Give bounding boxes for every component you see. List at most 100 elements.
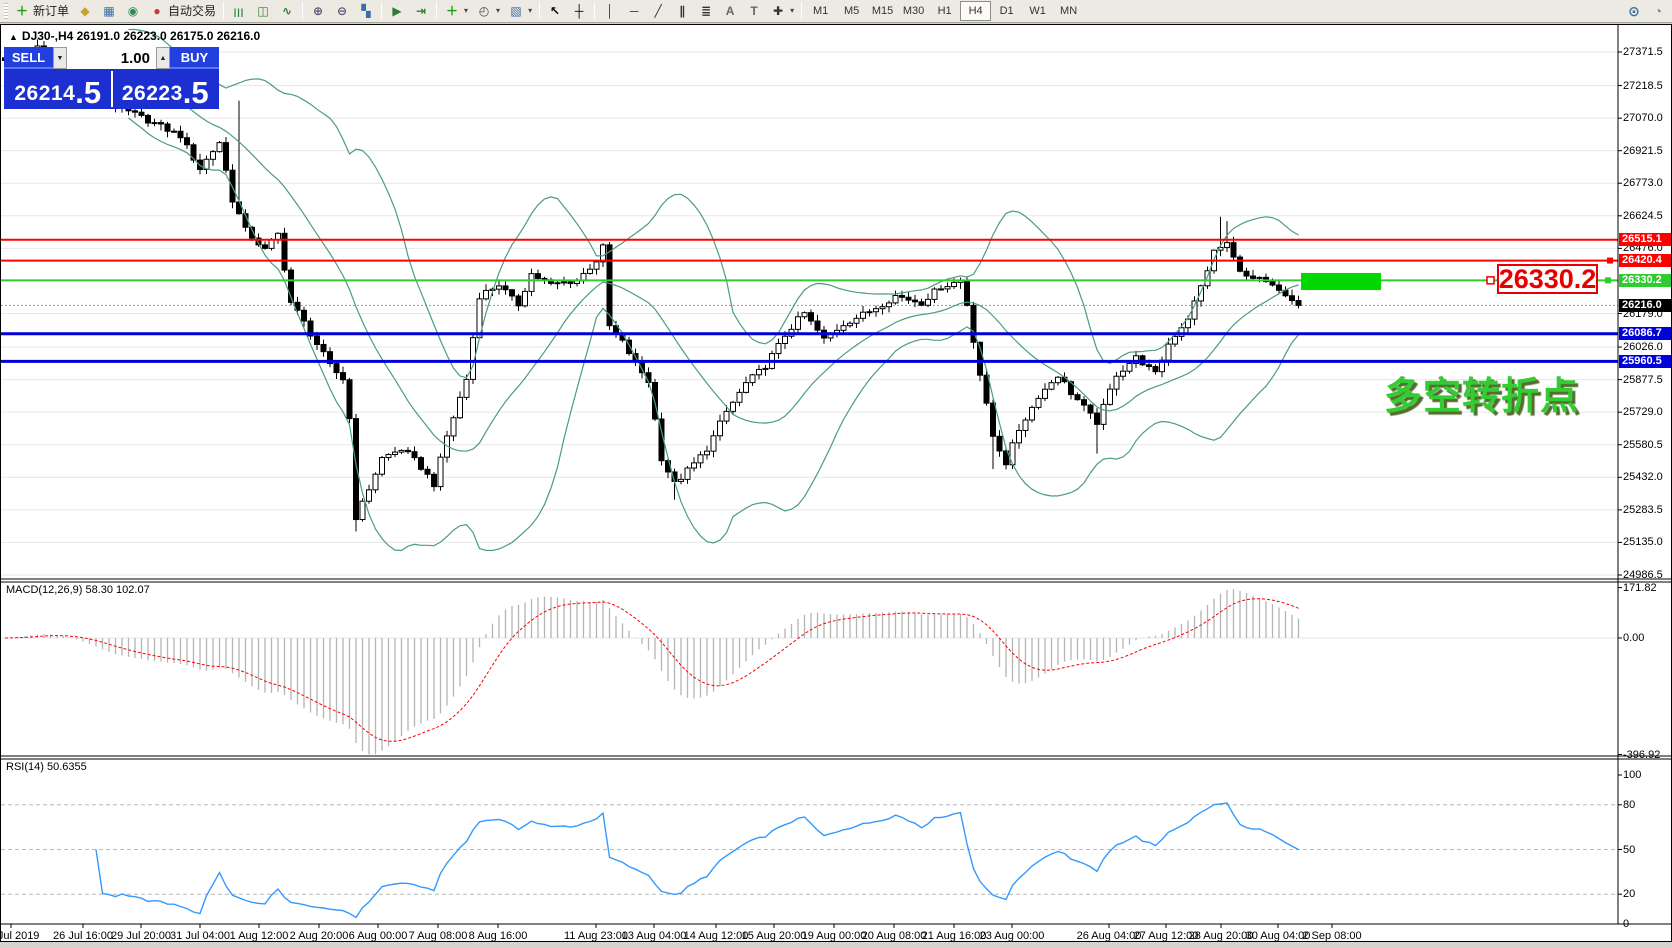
- zoom-out-icon: ⊖: [337, 3, 348, 18]
- timeframe-button-h1[interactable]: H1: [929, 1, 960, 21]
- chart-annotation-text[interactable]: 多空转折点: [1384, 365, 1579, 420]
- hline-button[interactable]: ─: [622, 0, 646, 22]
- tile-windows-button[interactable]: ▚: [354, 0, 378, 22]
- candle-down: [1146, 364, 1152, 368]
- candle-up: [216, 142, 223, 153]
- volume-increase-button[interactable]: ▲: [156, 47, 170, 69]
- candle-down: [333, 363, 340, 374]
- timeframe-button-m30[interactable]: M30: [898, 1, 929, 21]
- timeframe-button-m5[interactable]: M5: [836, 1, 867, 21]
- candle-up: [268, 239, 275, 249]
- chart-shift-button[interactable]: ⇥: [409, 0, 433, 22]
- zoom-in-button[interactable]: ⊕: [306, 0, 330, 22]
- templates-button[interactable]: ▧ ▾: [504, 0, 536, 22]
- trendline-button[interactable]: ╱: [646, 0, 670, 22]
- volume-decrease-button[interactable]: ▼: [53, 47, 67, 69]
- timeframe-button-w1[interactable]: W1: [1022, 1, 1053, 21]
- toolbar-grip[interactable]: [4, 3, 8, 19]
- indicators-button[interactable]: ＋ ▾: [440, 0, 472, 22]
- candle-up: [879, 306, 886, 310]
- rsi-line: [95, 802, 1299, 919]
- price-axis-label: 27070.0: [1623, 112, 1663, 125]
- crosshair-button[interactable]: ┼: [567, 0, 591, 22]
- rsi-pane: [1, 802, 1618, 919]
- sell-price[interactable]: 26214 .5: [4, 69, 112, 109]
- line-chart-button[interactable]: ∿: [275, 0, 299, 22]
- candle-up: [1100, 403, 1107, 425]
- candle-up: [1042, 388, 1048, 399]
- fibonacci-button[interactable]: ≣: [694, 0, 718, 22]
- search-icon[interactable]: ⊙: [1626, 3, 1642, 19]
- buy-price[interactable]: 26223 .5: [112, 69, 220, 109]
- cursor-button[interactable]: ↖: [543, 0, 567, 22]
- price-axis-label: 26773.0: [1623, 177, 1663, 190]
- candle-up: [1009, 442, 1016, 466]
- arrows-button[interactable]: ✚ ▾: [766, 0, 798, 22]
- timeframe-button-m15[interactable]: M15: [867, 1, 898, 21]
- indicators-button-dropdown-icon[interactable]: ▾: [464, 6, 468, 15]
- templates-button-dropdown-icon[interactable]: ▾: [528, 6, 532, 15]
- zoom-out-button[interactable]: ⊖: [330, 0, 354, 22]
- candle-up: [736, 391, 743, 403]
- rsi-label: RSI(14) 50.6355: [6, 761, 87, 773]
- toolbar-separator: [223, 1, 225, 19]
- timeframe-button-mn[interactable]: MN: [1053, 1, 1084, 21]
- timeframe-button-h4[interactable]: H4: [960, 1, 992, 21]
- chat-icon[interactable]: ◔: [1650, 3, 1666, 19]
- bar-chart-button[interactable]: |||: [227, 1, 251, 23]
- crosshair-icon: ┼: [574, 3, 584, 18]
- price-axis-label: 25135.0: [1623, 536, 1663, 549]
- candle-up: [743, 382, 749, 393]
- sell-button[interactable]: SELL: [4, 47, 53, 69]
- timeframe-button-d1[interactable]: D1: [991, 1, 1022, 21]
- price-axis-label: 26026.0: [1623, 341, 1663, 354]
- candle-down: [320, 343, 327, 353]
- toolbar-separator: [436, 1, 438, 19]
- candle-up: [366, 489, 372, 502]
- channel-button[interactable]: ∥: [670, 0, 694, 22]
- candle-up: [892, 294, 899, 304]
- signals-button[interactable]: ◉: [121, 0, 145, 22]
- candle-down: [145, 114, 151, 124]
- chart-window[interactable]: 27371.5 27218.5 27070.0 26921.5 26773.0 26624…: [0, 24, 1672, 942]
- timeframe-button-m1[interactable]: M1: [805, 1, 836, 21]
- candle-up: [801, 312, 808, 318]
- candle-up: [795, 316, 801, 330]
- price-axis-label: 27371.5: [1623, 46, 1663, 58]
- vline-button[interactable]: │: [598, 0, 622, 22]
- candle-up: [762, 367, 769, 370]
- sell-price-pips: .5: [75, 75, 102, 110]
- candle-down: [1276, 284, 1282, 291]
- price-axis-label: 25580.5: [1623, 438, 1663, 451]
- candle-up: [944, 286, 951, 290]
- new-order-button[interactable]: ＋ 新订单: [10, 0, 73, 22]
- trendline-icon: ╱: [654, 3, 662, 18]
- periods-button[interactable]: ◴ ▾: [472, 0, 504, 22]
- collapse-panel-icon[interactable]: ▲: [9, 32, 18, 42]
- buy-button[interactable]: BUY: [170, 47, 219, 69]
- text-button[interactable]: A: [718, 0, 742, 22]
- symbol-ohlc-text: DJ30-,H4 26191.0 26223.0 26175.0 26216.0: [21, 29, 261, 43]
- chart-canvas[interactable]: [1, 25, 1671, 941]
- candle-down: [814, 320, 821, 331]
- market-watch-icon: ▦: [103, 3, 115, 18]
- candle-chart-button[interactable]: ◫: [251, 0, 275, 22]
- candle-up: [554, 282, 561, 285]
- timeframe-toolbar: M1 M5 M15 M30 H1 H4 D1 W1 MN: [805, 1, 1084, 21]
- candle-down: [808, 312, 814, 322]
- candle-down: [223, 142, 229, 171]
- rsi-axis-label: 50: [1623, 843, 1636, 856]
- market-watch-button[interactable]: ▦: [97, 0, 121, 22]
- candle-down: [1094, 412, 1100, 425]
- candle-down: [1269, 281, 1276, 286]
- periods-button-dropdown-icon[interactable]: ▾: [496, 6, 500, 15]
- arrows-button-dropdown-icon[interactable]: ▾: [790, 6, 794, 15]
- price-axis-badge: 26216.0: [1619, 298, 1671, 312]
- profiles-button[interactable]: ◆: [73, 0, 97, 22]
- text-label-button[interactable]: T: [742, 0, 766, 22]
- price-callout-label[interactable]: 26330.2: [1497, 264, 1598, 294]
- one-click-trade-panel: SELL ▼ ▲ BUY 26214 .5 26223 .5: [4, 47, 219, 109]
- auto-scroll-button[interactable]: ▶: [385, 0, 409, 22]
- autotrading-button[interactable]: ● 自动交易: [145, 0, 220, 22]
- volume-input[interactable]: [67, 47, 156, 69]
